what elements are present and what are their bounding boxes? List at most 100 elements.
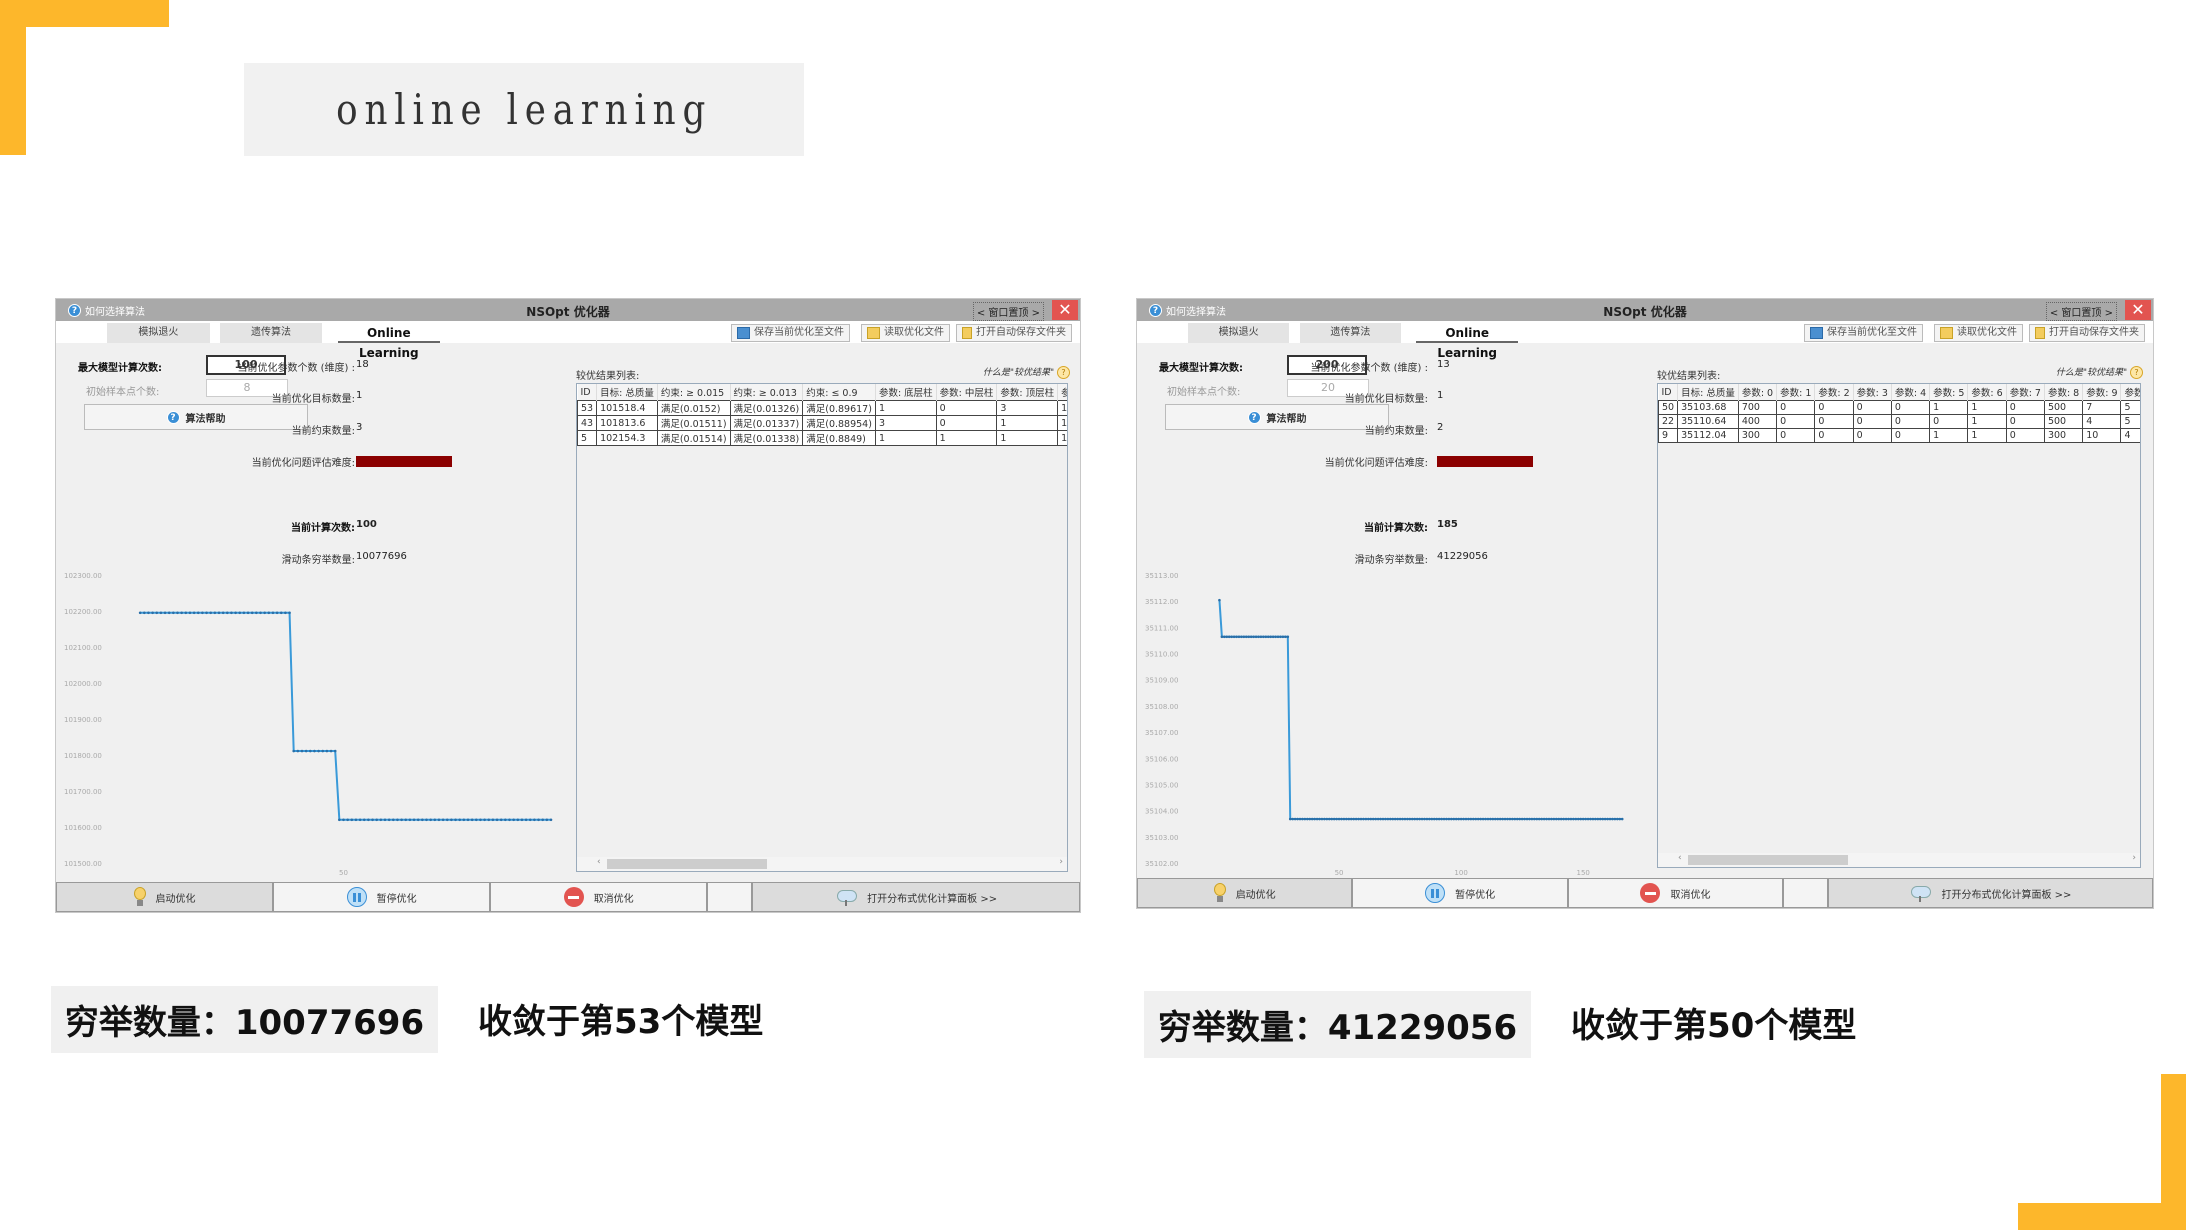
column-header[interactable]: 参数: 8 bbox=[2044, 384, 2084, 401]
scroll-left-arrow-icon[interactable]: ‹ bbox=[1678, 853, 1682, 863]
current-calc-value: 100 bbox=[356, 519, 377, 530]
table-cell: 1 bbox=[874, 430, 937, 446]
column-header[interactable]: 约束: ≥ 0.015 bbox=[657, 384, 731, 401]
start-optimization-button[interactable]: 启动优化 bbox=[1137, 878, 1353, 908]
table-row[interactable]: 22 35110.64 400 0 0 0 0 0 1 0 500 4 5 bbox=[1658, 414, 2140, 429]
column-header[interactable]: 约束: ≥ 0.013 bbox=[730, 384, 804, 401]
scroll-right-arrow-icon[interactable]: › bbox=[2132, 853, 2136, 863]
data-point bbox=[1252, 635, 1255, 639]
distributed-panel-button[interactable]: 打开分布式优化计算面板 >> bbox=[1827, 878, 2153, 908]
data-point bbox=[1491, 817, 1495, 821]
what-is-better-result-link[interactable]: 什么是"较优结果" ? bbox=[983, 365, 1070, 379]
data-point bbox=[371, 818, 374, 822]
column-header[interactable]: 目标: 总质量 bbox=[596, 384, 658, 401]
slide-title: online learning bbox=[336, 85, 712, 134]
data-point bbox=[475, 818, 478, 822]
save-to-file-button[interactable]: 保存当前优化至文件 bbox=[731, 324, 850, 342]
column-header[interactable]: 参数: 0 bbox=[1738, 384, 1778, 401]
scroll-right-arrow-icon[interactable]: › bbox=[1059, 857, 1063, 867]
convergence-line bbox=[1218, 600, 1623, 821]
scrollbar-thumb[interactable] bbox=[1688, 855, 1848, 865]
data-point bbox=[1586, 817, 1590, 821]
table-row[interactable]: 9 35112.04 300 0 0 0 0 1 1 0 300 10 4 bbox=[1658, 428, 2140, 443]
y-tick-label: 35106.00 bbox=[1145, 755, 1178, 763]
data-point bbox=[184, 611, 188, 615]
data-point bbox=[196, 611, 200, 615]
constraint-count-value: 2 bbox=[1437, 422, 1444, 433]
pause-optimization-button[interactable]: 暂停优化 bbox=[1352, 878, 1568, 908]
param-count-value: 13 bbox=[1437, 359, 1450, 370]
table-cell: 0 bbox=[1852, 428, 1892, 443]
tab-simulated-annealing[interactable]: 模拟退火 bbox=[1187, 323, 1290, 343]
tab-genetic-algorithm[interactable]: 遗传算法 bbox=[1299, 323, 1402, 343]
distributed-panel-button[interactable]: 打开分布式优化计算面板 >> bbox=[752, 882, 1080, 912]
close-button[interactable]: ✕ bbox=[2125, 300, 2151, 320]
horizontal-scrollbar[interactable]: ‹ › bbox=[577, 857, 1067, 871]
column-header[interactable]: 参数: 5 bbox=[1929, 384, 1969, 401]
data-point bbox=[1357, 817, 1360, 821]
tab-genetic-algorithm[interactable]: 遗传算法 bbox=[219, 323, 323, 343]
pin-window-button[interactable]: < 窗口置顶 > bbox=[972, 302, 1044, 321]
tab-simulated-annealing[interactable]: 模拟退火 bbox=[107, 323, 210, 343]
what-is-better-result-link[interactable]: 什么是"较优结果" ? bbox=[2056, 365, 2143, 379]
column-header[interactable]: 参数: 1 bbox=[1776, 384, 1816, 401]
column-header[interactable]: 参 bbox=[1057, 384, 1067, 401]
data-point bbox=[242, 611, 246, 615]
open-autosave-folder-button[interactable]: 打开自动保存文件夹 bbox=[2029, 324, 2145, 342]
column-header[interactable]: ID bbox=[1658, 384, 1679, 401]
close-button[interactable]: ✕ bbox=[1052, 300, 1078, 320]
y-tick-label: 35109.00 bbox=[1145, 677, 1178, 685]
horizontal-scrollbar[interactable]: ‹ › bbox=[1658, 853, 2140, 867]
column-header[interactable]: 参数: 4 bbox=[1891, 384, 1931, 401]
pin-window-button[interactable]: < 窗口置顶 > bbox=[2045, 302, 2117, 321]
data-point bbox=[1262, 635, 1265, 639]
y-tick-label: 102100.00 bbox=[64, 644, 102, 652]
column-header[interactable]: 目标: 总质量 bbox=[1677, 384, 1739, 401]
table-row[interactable]: 43 101813.6 满足(0.01511) 满足(0.01337) 满足(0.889… bbox=[577, 415, 1067, 431]
column-header[interactable]: 约束: ≤ 0.9 bbox=[802, 384, 876, 401]
table-row[interactable]: 5 102154.3 满足(0.01514) 满足(0.01338) 满足(0.8849… bbox=[577, 430, 1067, 446]
data-point bbox=[1223, 635, 1226, 639]
tab-online-learning[interactable]: Online Learning bbox=[1416, 323, 1518, 360]
open-autosave-folder-button[interactable]: 打开自动保存文件夹 bbox=[956, 324, 1072, 342]
algorithm-help-button[interactable]: ? 算法帮助 bbox=[1165, 404, 1389, 430]
load-file-button[interactable]: 读取优化文件 bbox=[861, 324, 950, 342]
table-cell: 满足(0.01514) bbox=[656, 430, 731, 446]
y-tick-label: 35102.00 bbox=[1145, 860, 1178, 868]
pause-optimization-button[interactable]: 暂停优化 bbox=[273, 882, 491, 912]
algorithm-help-button[interactable]: ? 算法帮助 bbox=[84, 404, 308, 430]
scrollbar-thumb[interactable] bbox=[607, 859, 767, 869]
column-header[interactable]: 参数: 顶层柱 bbox=[996, 384, 1059, 401]
data-point bbox=[226, 611, 229, 615]
data-point bbox=[1244, 635, 1248, 639]
column-header[interactable]: 参数: 3 bbox=[1853, 384, 1892, 401]
save-to-file-button[interactable]: 保存当前优化至文件 bbox=[1804, 324, 1923, 342]
data-point bbox=[1601, 817, 1605, 821]
data-point bbox=[230, 611, 233, 615]
column-header[interactable]: 参数: 中层柱 bbox=[936, 384, 998, 401]
title-bar: ? 如何选择算法 NSOpt 优化器 < 窗口置顶 > ✕ bbox=[56, 299, 1080, 321]
data-point bbox=[1523, 817, 1526, 821]
x-tick-label: 100 bbox=[1454, 869, 1467, 877]
column-header[interactable]: 参数: 9 bbox=[2082, 384, 2122, 401]
scroll-left-arrow-icon[interactable]: ‹ bbox=[597, 857, 601, 867]
table-row[interactable]: 50 35103.68 700 0 0 0 0 1 1 0 500 7 5 bbox=[1658, 400, 2140, 415]
data-point bbox=[1420, 817, 1424, 821]
column-header[interactable]: 参数: 2 bbox=[1814, 384, 1854, 401]
column-header[interactable]: 参数: 7 bbox=[2006, 384, 2045, 401]
column-header[interactable]: 参数: 底层柱 bbox=[875, 384, 937, 401]
column-header[interactable]: 参数: 6 bbox=[1967, 384, 2007, 401]
cancel-optimization-button[interactable]: 取消优化 bbox=[1567, 878, 1784, 908]
table-row[interactable]: 53 101518.4 满足(0.0152) 满足(0.01326) 满足(0.8961… bbox=[577, 400, 1067, 416]
start-optimization-button[interactable]: 启动优化 bbox=[56, 882, 274, 912]
column-header[interactable]: ID bbox=[577, 384, 598, 401]
load-file-button[interactable]: 读取优化文件 bbox=[1934, 324, 2023, 342]
column-header[interactable]: 参数: 1 bbox=[2120, 384, 2140, 401]
table-cell: 0 bbox=[935, 415, 998, 431]
data-point bbox=[325, 749, 329, 753]
cancel-optimization-button[interactable]: 取消优化 bbox=[490, 882, 708, 912]
tab-online-learning[interactable]: Online Learning bbox=[337, 323, 440, 360]
table-cell: 满足(0.01326) bbox=[729, 400, 804, 416]
table-cell: 0 bbox=[2005, 414, 2045, 429]
data-point bbox=[1279, 635, 1282, 639]
